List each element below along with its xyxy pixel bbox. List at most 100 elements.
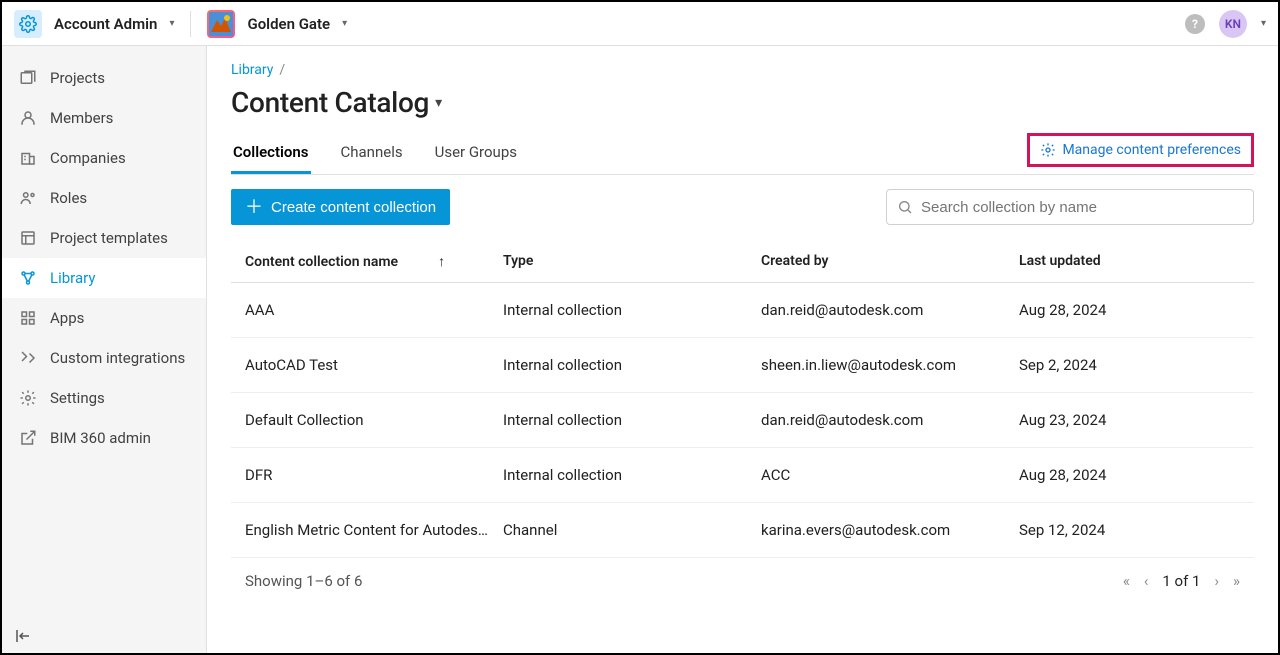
sidebar-item-library[interactable]: Library bbox=[2, 258, 206, 298]
settings-icon bbox=[18, 388, 38, 408]
cell-created-by: karina.evers@autodesk.com bbox=[761, 521, 1019, 539]
companies-icon bbox=[18, 148, 38, 168]
table-footer: Showing 1–6 of 6 « ‹ 1 of 1 › » bbox=[231, 558, 1254, 604]
table-row[interactable]: English Metric Content for Autodes…Chann… bbox=[231, 503, 1254, 558]
divider bbox=[190, 11, 191, 37]
sidebar-item-project-templates[interactable]: Project templates bbox=[2, 218, 206, 258]
sidebar-item-companies[interactable]: Companies bbox=[2, 138, 206, 178]
cell-created-by: dan.reid@autodesk.com bbox=[761, 301, 1019, 319]
sidebar-item-label: Members bbox=[50, 109, 113, 127]
cell-name: DFR bbox=[245, 466, 503, 484]
tab-collections[interactable]: Collections bbox=[231, 133, 311, 174]
sidebar-item-label: Settings bbox=[50, 389, 105, 407]
cell-type: Internal collection bbox=[503, 466, 761, 484]
help-icon[interactable]: ? bbox=[1185, 14, 1205, 34]
cell-name: Default Collection bbox=[245, 411, 503, 429]
tab-channels[interactable]: Channels bbox=[339, 133, 405, 174]
cell-last-updated: Aug 28, 2024 bbox=[1019, 301, 1240, 319]
prev-page-button[interactable]: ‹ bbox=[1144, 572, 1149, 590]
sidebar-item-apps[interactable]: Apps bbox=[2, 298, 206, 338]
chevron-down-icon: ▾ bbox=[435, 95, 442, 111]
account-admin-dropdown[interactable]: Account Admin bbox=[54, 15, 157, 33]
sidebar-item-projects[interactable]: Projects bbox=[2, 58, 206, 98]
search-collection-input-wrapper[interactable] bbox=[886, 189, 1254, 225]
templates-icon bbox=[18, 228, 38, 248]
plus-icon: ＋ bbox=[245, 198, 263, 216]
apps-icon bbox=[18, 308, 38, 328]
col-type-header[interactable]: Type bbox=[503, 253, 761, 270]
integrations-icon bbox=[18, 348, 38, 368]
collapse-sidebar-button[interactable] bbox=[14, 627, 32, 645]
sort-arrow-icon[interactable]: ↑ bbox=[438, 253, 445, 270]
cell-name: AutoCAD Test bbox=[245, 356, 503, 374]
external-link-icon bbox=[18, 428, 38, 448]
manage-content-preferences-link[interactable]: Manage content preferences bbox=[1027, 133, 1254, 167]
table-row[interactable]: Default CollectionInternal collectiondan… bbox=[231, 393, 1254, 448]
cell-type: Channel bbox=[503, 521, 761, 539]
sidebar-item-settings[interactable]: Settings bbox=[2, 378, 206, 418]
table-header: Content collection name ↑ Type Created b… bbox=[231, 241, 1254, 283]
first-page-button[interactable]: « bbox=[1123, 572, 1130, 590]
sidebar-item-label: Projects bbox=[50, 69, 105, 87]
cell-last-updated: Aug 28, 2024 bbox=[1019, 466, 1240, 484]
table-row[interactable]: AAAInternal collectiondan.reid@autodesk.… bbox=[231, 283, 1254, 338]
cell-type: Internal collection bbox=[503, 356, 761, 374]
sidebar-item-custom-integrations[interactable]: Custom integrations bbox=[2, 338, 206, 378]
chevron-down-icon: ▾ bbox=[169, 18, 174, 29]
main-content: Library/ Content Catalog ▾ Collections C… bbox=[207, 46, 1278, 653]
sidebar-item-label: Library bbox=[50, 269, 95, 287]
table-row[interactable]: AutoCAD TestInternal collectionsheen.in.… bbox=[231, 338, 1254, 393]
gear-icon bbox=[14, 10, 42, 38]
library-icon bbox=[18, 268, 38, 288]
cell-type: Internal collection bbox=[503, 411, 761, 429]
col-created-header[interactable]: Created by bbox=[761, 253, 1019, 270]
tabs: Collections Channels User Groups Manage … bbox=[231, 133, 1254, 175]
pagination: « ‹ 1 of 1 › » bbox=[1123, 572, 1240, 590]
last-page-button[interactable]: » bbox=[1233, 572, 1240, 590]
manage-preferences-label: Manage content preferences bbox=[1062, 142, 1241, 158]
sidebar: Projects Members Companies Roles Project… bbox=[2, 46, 207, 653]
sidebar-item-label: Companies bbox=[50, 149, 126, 167]
cell-last-updated: Sep 12, 2024 bbox=[1019, 521, 1240, 539]
tab-user-groups[interactable]: User Groups bbox=[433, 133, 519, 174]
sidebar-item-members[interactable]: Members bbox=[2, 98, 206, 138]
sidebar-item-bim360-admin[interactable]: BIM 360 admin bbox=[2, 418, 206, 458]
cell-name: English Metric Content for Autodes… bbox=[245, 521, 503, 539]
create-button-label: Create content collection bbox=[271, 199, 436, 216]
sidebar-item-label: Roles bbox=[50, 189, 87, 207]
sidebar-item-label: Project templates bbox=[50, 229, 168, 247]
breadcrumb: Library/ bbox=[231, 62, 1254, 78]
cell-type: Internal collection bbox=[503, 301, 761, 319]
cell-last-updated: Aug 23, 2024 bbox=[1019, 411, 1240, 429]
col-updated-header[interactable]: Last updated bbox=[1019, 253, 1240, 270]
next-page-button[interactable]: › bbox=[1214, 572, 1219, 590]
breadcrumb-root[interactable]: Library bbox=[231, 62, 273, 78]
gear-icon bbox=[1040, 142, 1056, 158]
cell-created-by: dan.reid@autodesk.com bbox=[761, 411, 1019, 429]
top-bar: Account Admin ▾ Golden Gate ▾ ? KN ▾ bbox=[2, 2, 1278, 46]
roles-icon bbox=[18, 188, 38, 208]
create-content-collection-button[interactable]: ＋ Create content collection bbox=[231, 189, 450, 225]
page-title-dropdown[interactable]: Content Catalog bbox=[231, 86, 429, 119]
projects-icon bbox=[18, 68, 38, 88]
cell-name: AAA bbox=[245, 301, 503, 319]
sidebar-item-label: Apps bbox=[50, 309, 84, 327]
sidebar-item-roles[interactable]: Roles bbox=[2, 178, 206, 218]
showing-label: Showing 1–6 of 6 bbox=[245, 572, 362, 590]
cell-last-updated: Sep 2, 2024 bbox=[1019, 356, 1240, 374]
search-icon bbox=[897, 199, 913, 215]
search-input[interactable] bbox=[921, 199, 1243, 216]
sidebar-item-label: BIM 360 admin bbox=[50, 429, 151, 447]
project-dropdown[interactable]: Golden Gate bbox=[247, 15, 330, 33]
chevron-down-icon: ▾ bbox=[342, 18, 347, 29]
cell-created-by: ACC bbox=[761, 466, 1019, 484]
user-avatar[interactable]: KN bbox=[1219, 10, 1247, 38]
col-name-header[interactable]: Content collection name bbox=[245, 254, 398, 270]
sidebar-item-label: Custom integrations bbox=[50, 349, 185, 367]
collections-table: Content collection name ↑ Type Created b… bbox=[231, 241, 1254, 604]
members-icon bbox=[18, 108, 38, 128]
cell-created-by: sheen.in.liew@autodesk.com bbox=[761, 356, 1019, 374]
project-thumbnail bbox=[207, 10, 235, 38]
page-indicator: 1 of 1 bbox=[1162, 572, 1200, 590]
table-row[interactable]: DFRInternal collectionACCAug 28, 2024 bbox=[231, 448, 1254, 503]
